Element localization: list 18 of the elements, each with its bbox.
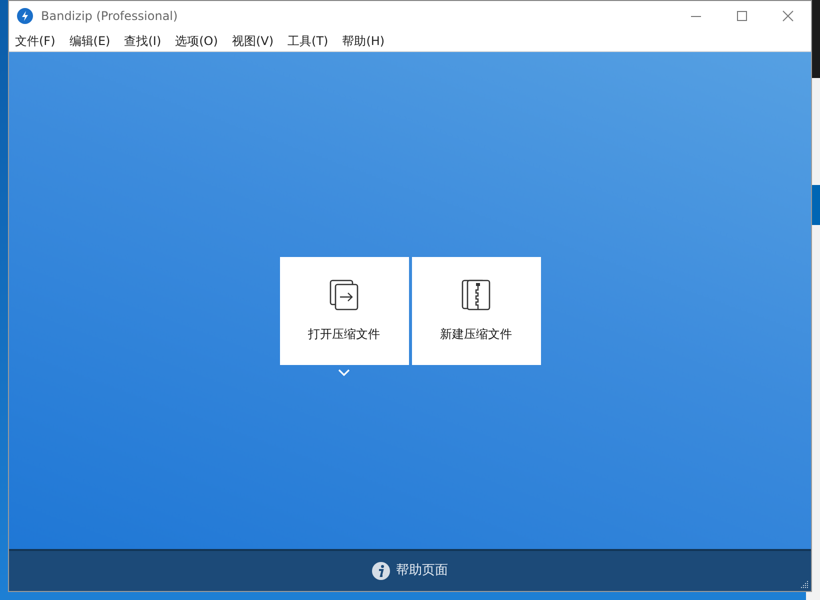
menu-item[interactable]: 工具(T) bbox=[288, 32, 336, 50]
action-tile[interactable]: 打开压缩文件 bbox=[280, 257, 408, 365]
app-logo-icon bbox=[17, 8, 33, 24]
maximize-icon bbox=[736, 10, 748, 22]
menu-item[interactable]: 视图(V) bbox=[232, 32, 281, 50]
menu-item[interactable]: 编辑(E) bbox=[69, 32, 118, 50]
caret-icon[interactable] bbox=[338, 369, 350, 376]
window-title: Bandizip (Professional) bbox=[41, 8, 178, 25]
action-tile[interactable]: 新建压缩文件 bbox=[412, 257, 540, 365]
help-page-link[interactable]: 帮助页面 bbox=[396, 561, 448, 581]
menu-item[interactable]: 查找(I) bbox=[124, 32, 168, 50]
close-icon bbox=[782, 10, 794, 22]
menu-item[interactable]: 帮助(H) bbox=[342, 32, 392, 50]
stacked-pages-arrow-icon bbox=[328, 279, 360, 311]
menu-item[interactable]: 选项(O) bbox=[175, 32, 225, 50]
menu-item[interactable]: 文件(F) bbox=[15, 32, 62, 50]
info-icon bbox=[372, 562, 390, 580]
zipped-file-icon bbox=[460, 279, 492, 311]
